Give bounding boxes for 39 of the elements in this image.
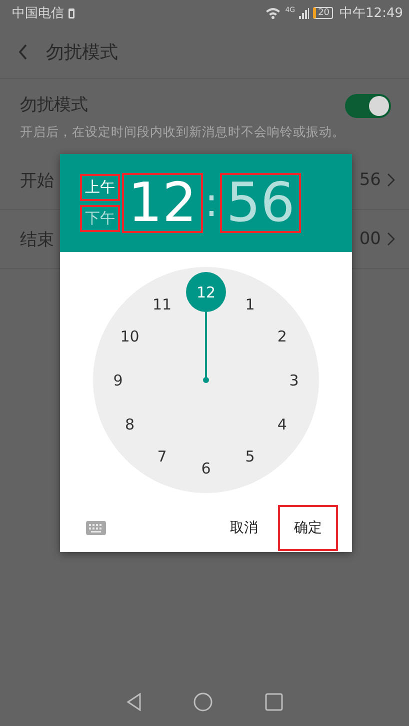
back-icon[interactable] (18, 44, 28, 60)
setting-value: 56 (359, 170, 381, 190)
wifi-icon (265, 7, 282, 19)
setting-label: 勿扰模式 (20, 94, 89, 116)
chevron-icon (387, 173, 395, 187)
page-title: 勿扰模式 (46, 41, 118, 64)
time-separator: : (204, 180, 218, 226)
toggle-switch[interactable] (345, 94, 391, 118)
dial-number[interactable]: 10 (120, 328, 140, 346)
sim-icon (68, 8, 75, 18)
dial-number[interactable]: 9 (113, 372, 123, 390)
home-icon[interactable] (193, 692, 214, 712)
hour-display[interactable]: 12 (122, 173, 203, 233)
dial-number[interactable]: 4 (277, 416, 287, 434)
setting-label: 结束 (20, 228, 54, 250)
dial-number[interactable]: 12 (196, 284, 216, 302)
dial-number[interactable]: 11 (152, 295, 172, 314)
back-icon[interactable] (126, 693, 142, 711)
carrier-name: 中国电信 (12, 5, 64, 22)
clock-dial[interactable]: 12 1 2 3 4 5 6 7 8 9 10 11 (93, 267, 319, 493)
battery-indicator: 20 (313, 7, 333, 19)
dial-number[interactable]: 3 (289, 372, 299, 390)
dial-number[interactable]: 5 (245, 448, 255, 466)
dial-number[interactable]: 8 (125, 416, 135, 434)
setting-description: 开启后，在设定时间段内收到新消息时不会响铃或振动。 (20, 124, 345, 141)
dialog-button[interactable]: 确定 (278, 505, 338, 551)
dial-number[interactable]: 2 (277, 328, 287, 346)
setting-value: 00 (359, 229, 381, 249)
dial-number[interactable]: 6 (201, 460, 211, 478)
dial-number[interactable]: 7 (157, 448, 167, 466)
recents-icon[interactable] (265, 693, 284, 711)
dial-number[interactable]: 1 (245, 295, 255, 314)
signal-icon (299, 8, 310, 18)
chevron-icon (387, 232, 395, 246)
keyboard-icon[interactable] (86, 521, 106, 535)
setting-label: 开始 (20, 170, 54, 192)
clock-hand (203, 312, 209, 383)
clock-time: 中午12:49 (340, 5, 403, 22)
period-option[interactable]: 上午 (80, 174, 120, 201)
